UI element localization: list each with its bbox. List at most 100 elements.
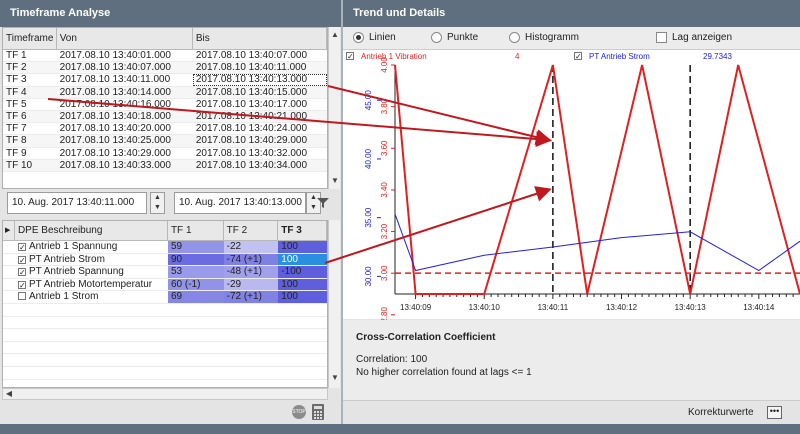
- table-cell: TF 8: [6, 135, 27, 147]
- expand-icon[interactable]: ▶: [3, 221, 15, 240]
- correlation-cell[interactable]: 90: [167, 253, 224, 266]
- col-dpe-beschreibung[interactable]: DPE Beschreibung: [15, 221, 168, 240]
- list-item[interactable]: ✓ PT Antrieb Strom 90 -74 (+1) 100: [3, 253, 327, 267]
- list-item[interactable]: ✓ PT Antrieb Spannung 53 -48 (+1) -100: [3, 266, 327, 279]
- radio-histogramm[interactable]: Histogramm: [509, 32, 579, 43]
- dpe-table-header: ▶ DPE Beschreibung TF 1 TF 2 TF 3: [3, 221, 327, 241]
- stop-icon[interactable]: STOP: [292, 405, 306, 419]
- date-from-input[interactable]: 10. Aug. 2017 13:40:11.000: [7, 192, 147, 214]
- col-bis[interactable]: Bis: [193, 28, 327, 49]
- table-cell: TF 5: [6, 98, 27, 110]
- col-timeframe[interactable]: Timeframe: [3, 28, 57, 49]
- correlation-cell[interactable]: 60 (-1): [167, 278, 224, 291]
- date-from-spinner[interactable]: ▲ ▼: [150, 192, 165, 214]
- radio-icon: [431, 32, 442, 43]
- radio-linien[interactable]: Linien: [353, 32, 396, 43]
- row-gutter: [3, 266, 15, 278]
- cc-title: Cross-Correlation Coefficient: [356, 332, 496, 343]
- empty-row: [3, 380, 327, 387]
- right-axis-label: 35.00: [364, 207, 373, 228]
- radio-punkte[interactable]: Punkte: [431, 32, 478, 43]
- table-row[interactable]: TF 7 2017.08.10 13:40:20.000 2017.08.10 13…: [3, 123, 327, 136]
- scroll-up-icon[interactable]: ▲: [329, 29, 341, 41]
- correlation-cell[interactable]: -74 (+1): [223, 253, 279, 266]
- dpe-horizontal-scrollbar[interactable]: ◀: [2, 388, 328, 400]
- timeframe-table-header: Timeframe Von Bis: [3, 28, 327, 50]
- lag-label: Lag anzeigen: [672, 32, 733, 43]
- table-cell: TF 7: [6, 123, 27, 135]
- date-to-input[interactable]: 10. Aug. 2017 13:40:13.000: [174, 192, 306, 214]
- row-checkbox[interactable]: [17, 292, 26, 301]
- empty-row: [3, 367, 327, 380]
- row-checkbox[interactable]: ✓: [17, 255, 26, 264]
- list-item[interactable]: ✓ PT Antrieb Motortemperatur 60 (-1) -29 100: [3, 278, 327, 292]
- dpe-table[interactable]: ▶ DPE Beschreibung TF 1 TF 2 TF 3 ✓ Antri…: [2, 220, 328, 388]
- table-cell: 2017.08.10 13:40:01.000: [59, 50, 171, 61]
- row-checkbox[interactable]: ✓: [17, 268, 26, 277]
- right-panel-title: Trend und Details: [343, 0, 800, 27]
- correlation-cell[interactable]: 100: [278, 278, 327, 291]
- calculator-icon[interactable]: [311, 403, 325, 421]
- checkbox-icon: [656, 32, 667, 43]
- table-cell: 2017.08.10 13:40:24.000: [195, 123, 308, 135]
- x-tick-label: 13:40:12: [606, 303, 638, 312]
- list-item[interactable]: ✓ Antrieb 1 Spannung 59 -22 100: [3, 241, 327, 254]
- dpe-rows: ✓ Antrieb 1 Spannung 59 -22 100 ✓ PT Antrieb S…: [3, 241, 327, 387]
- timeframe-rows: TF 1 2017.08.10 13:40:01.000 2017.08.10 13…: [3, 50, 327, 172]
- timeframe-scrollbar[interactable]: ▲ ▼: [328, 27, 340, 189]
- table-row[interactable]: TF 6 2017.08.10 13:40:18.000 2017.08.10 13…: [3, 110, 327, 124]
- x-tick-label: 13:40:10: [469, 303, 501, 312]
- table-cell: 2017.08.10 13:40:15.000: [195, 86, 308, 98]
- lag-checkbox[interactable]: Lag anzeigen: [656, 32, 732, 43]
- list-item[interactable]: Antrieb 1 Strom 69 -72 (+1) 100: [3, 291, 327, 304]
- table-row[interactable]: TF 9 2017.08.10 13:40:29.000 2017.08.10 13…: [3, 148, 327, 160]
- scroll-left-icon[interactable]: ◀: [3, 388, 15, 400]
- dpe-name: Antrieb 1 Spannung: [28, 241, 118, 252]
- status-bar: [0, 424, 800, 434]
- row-checkbox[interactable]: ✓: [17, 243, 26, 252]
- table-cell: 2017.08.10 13:40:11.000: [59, 74, 171, 86]
- correlation-cell[interactable]: 59: [167, 241, 224, 253]
- filter-icon[interactable]: [316, 196, 330, 210]
- trend-chart[interactable]: ✓ Antrieb 1 Vibration 4 ✓ PT Antrieb Str…: [343, 49, 800, 320]
- correlation-cell[interactable]: -100: [278, 266, 327, 278]
- col-tf1[interactable]: TF 1: [168, 221, 224, 240]
- table-cell: 2017.08.10 13:40:18.000: [59, 110, 171, 122]
- correlation-cell[interactable]: -29: [223, 278, 279, 291]
- table-row[interactable]: TF 8 2017.08.10 13:40:25.000 2017.08.10 13…: [3, 135, 327, 148]
- col-tf2[interactable]: TF 2: [224, 221, 279, 240]
- dpe-scrollbar[interactable]: ▼: [328, 220, 340, 388]
- correlation-cell[interactable]: 69: [167, 291, 224, 303]
- table-cell: 2017.08.10 13:40:13.000: [192, 74, 327, 86]
- row-gutter: [3, 291, 15, 303]
- col-von[interactable]: Von: [57, 28, 193, 49]
- correlation-cell[interactable]: 53: [167, 266, 224, 278]
- chart-plot[interactable]: 13:40:09 13:40:10 13:40:11 13:40:12 13:40:13…: [343, 50, 800, 320]
- correlation-cell[interactable]: -22: [223, 241, 279, 253]
- table-row[interactable]: TF 4 2017.08.10 13:40:14.000 2017.08.10 13…: [3, 86, 327, 99]
- scroll-down-icon[interactable]: ▼: [329, 372, 341, 384]
- table-cell: TF 9: [6, 147, 27, 159]
- x-tick-label: 13:40:11: [538, 303, 569, 312]
- table-row[interactable]: TF 2 2017.08.10 13:40:07.000 2017.08.10 13…: [3, 62, 327, 75]
- table-row[interactable]: TF 1 2017.08.10 13:40:01.000 2017.08.10 13…: [3, 50, 327, 63]
- correlation-cell[interactable]: 100: [278, 241, 327, 253]
- timeframe-table[interactable]: Timeframe Von Bis TF 1 2017.08.10 13:40:0…: [2, 27, 328, 189]
- correlation-cell[interactable]: 100: [278, 291, 327, 303]
- radio-linien-label: Linien: [369, 32, 396, 43]
- col-tf3[interactable]: TF 3: [278, 221, 327, 240]
- table-row[interactable]: TF 5 2017.08.10 13:40:16.000 2017.08.10 13…: [3, 99, 327, 111]
- ellipsis-icon[interactable]: •••: [767, 406, 782, 419]
- empty-row: [3, 304, 327, 317]
- scroll-down-icon[interactable]: ▼: [329, 175, 341, 187]
- correlation-cell[interactable]: -48 (+1): [223, 266, 279, 278]
- table-row[interactable]: TF 10 2017.08.10 13:40:33.000 2017.08.10 1…: [3, 159, 327, 172]
- correlation-cell[interactable]: -72 (+1): [223, 291, 279, 303]
- dpe-name-cell: ✓ PT Antrieb Spannung: [15, 266, 168, 278]
- correlation-cell[interactable]: 100: [278, 253, 327, 266]
- radio-punkte-label: Punkte: [447, 32, 479, 43]
- table-row[interactable]: TF 3 2017.08.10 13:40:11.000 2017.08.10 13…: [3, 74, 327, 87]
- right-axis-label: 30.00: [364, 266, 373, 287]
- left-panel-title: Timeframe Analyse: [0, 0, 341, 27]
- row-checkbox[interactable]: ✓: [17, 280, 26, 289]
